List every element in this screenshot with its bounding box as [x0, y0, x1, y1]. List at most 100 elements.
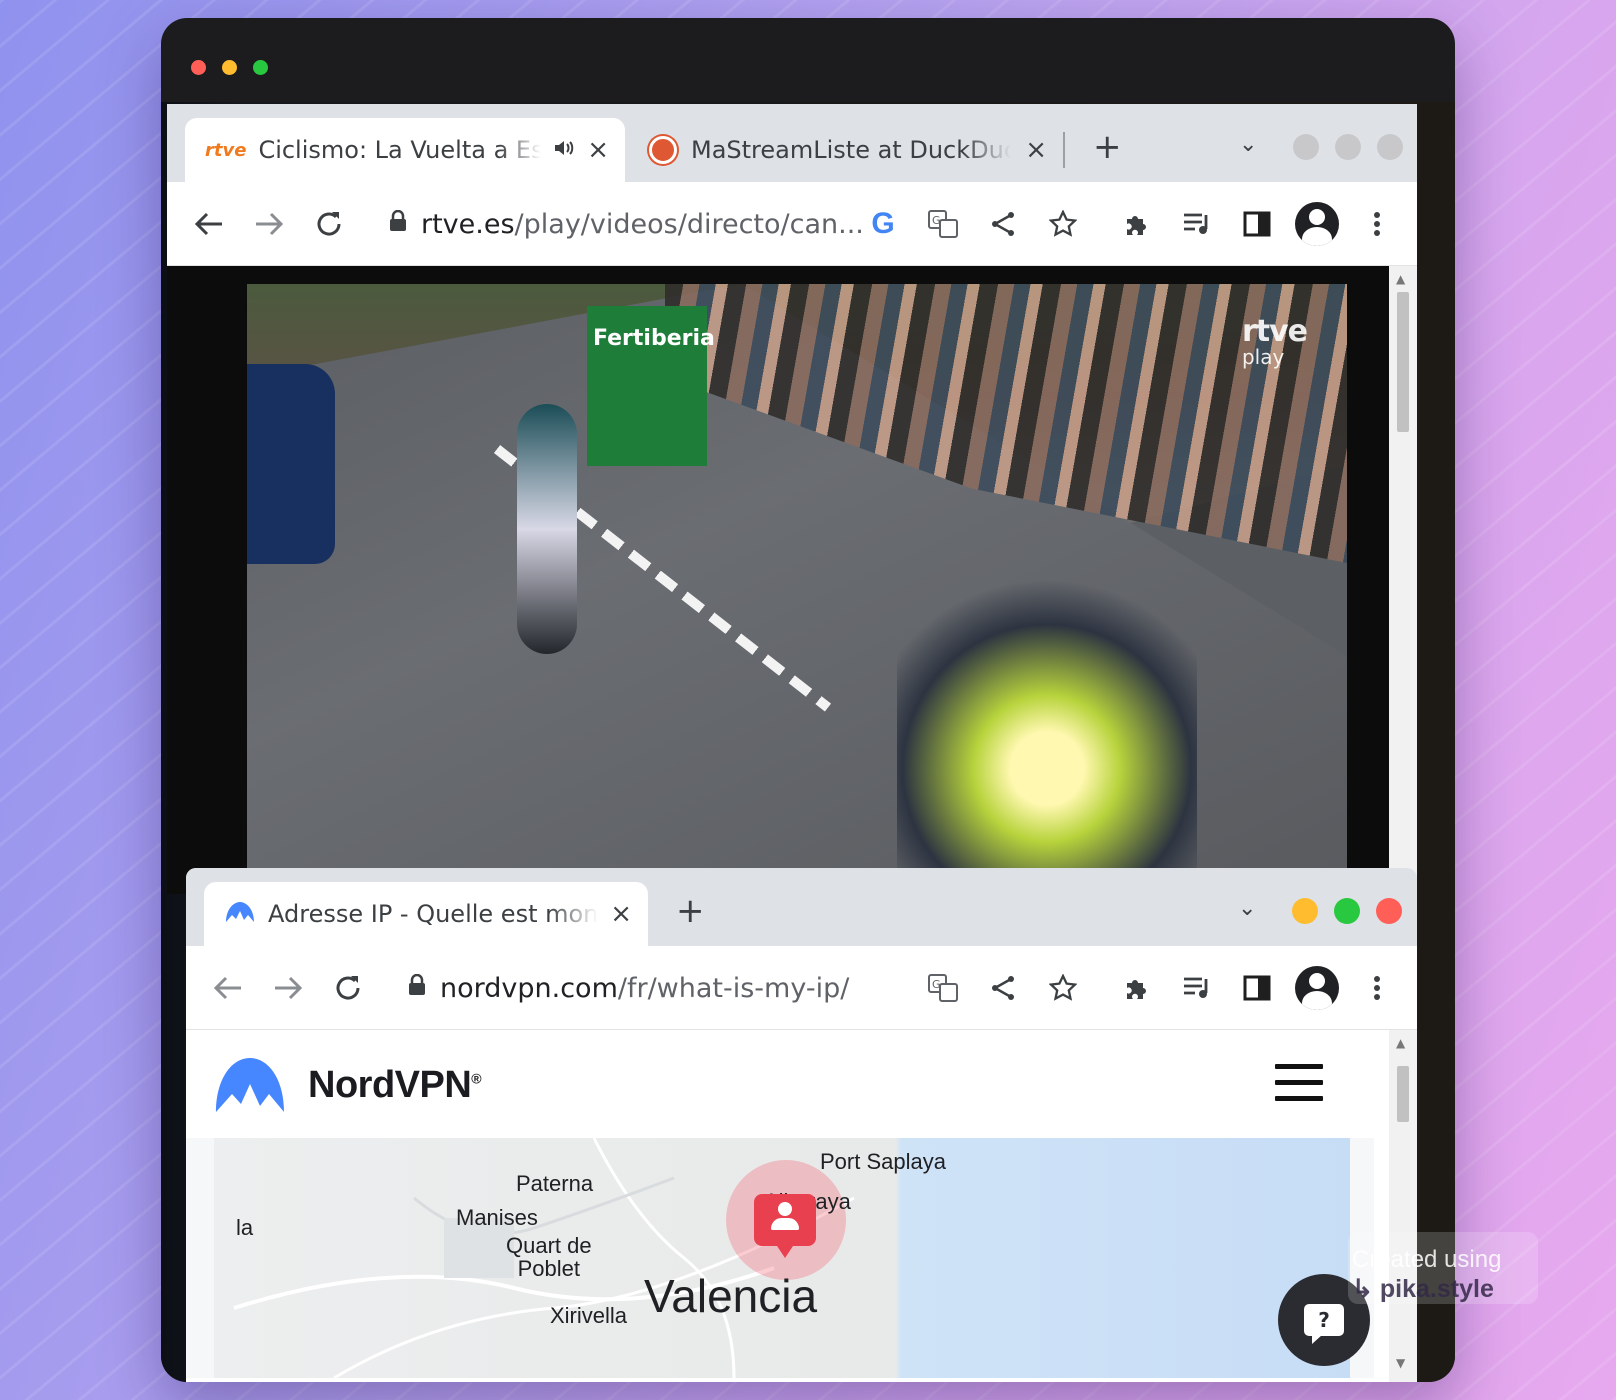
close-tab-icon[interactable]: × [1025, 137, 1047, 163]
media-queue-icon[interactable] [1177, 968, 1217, 1008]
map-left-margin [186, 1138, 214, 1378]
new-tab-button[interactable]: + [676, 894, 705, 928]
zoom-light[interactable] [253, 60, 268, 75]
window-minimize-dot[interactable] [1292, 898, 1318, 924]
tab-search-chevron-icon[interactable]: ⌄ [1239, 132, 1257, 157]
extensions-puzzle-icon[interactable] [1117, 204, 1157, 244]
map-label-port-saplaya: Port Saplaya [820, 1149, 946, 1174]
chrome-window-rtve: rtve Ciclismo: La Vuelta a Espa × MaStre… [167, 104, 1417, 894]
tab-separator [1063, 132, 1065, 168]
lock-icon [408, 973, 426, 1002]
rtve-play-logo: rtve play [1241, 314, 1308, 369]
url-domain: rtve.es [421, 208, 515, 240]
ip-location-map[interactable]: Port Saplaya Paterna Alboraya Manises la… [214, 1138, 1350, 1378]
reload-icon[interactable] [328, 968, 368, 1008]
google-icon[interactable]: G [863, 204, 903, 244]
share-icon[interactable] [983, 968, 1023, 1008]
browser-toolbar: rtve.es/play/videos/directo/can... G G [167, 182, 1417, 266]
nordvpn-logo-icon[interactable] [212, 1054, 288, 1118]
translate-icon[interactable]: G [923, 968, 963, 1008]
minimize-light[interactable] [222, 60, 237, 75]
tab-duckduckgo[interactable]: MaStreamListe at DuckDuckG × [627, 118, 1063, 182]
location-pin-icon[interactable] [754, 1194, 816, 1258]
map-label-quart-de-poblet: Quart de Poblet [506, 1233, 592, 1282]
lock-icon [389, 209, 407, 238]
scroll-down-arrow-icon[interactable]: ▼ [1396, 1356, 1405, 1370]
reload-icon[interactable] [309, 204, 349, 244]
profile-avatar-icon[interactable] [1295, 966, 1339, 1010]
close-tab-icon[interactable]: × [587, 137, 609, 163]
video-banner-text: Fertiberia [593, 326, 715, 351]
mac-window: rtve Ciclismo: La Vuelta a Espa × MaStre… [161, 18, 1455, 1382]
video-car [247, 364, 335, 564]
chrome-window-nordvpn: Adresse IP - Quelle est mon IP × + ⌄ nor… [186, 868, 1417, 1382]
svg-text:G: G [932, 978, 941, 991]
share-icon[interactable] [983, 204, 1023, 244]
new-tab-button[interactable]: + [1093, 130, 1122, 164]
map-label-valencia: Valencia [644, 1270, 818, 1322]
rtve-logo-text: rtve [1241, 314, 1308, 349]
media-queue-icon[interactable] [1177, 204, 1217, 244]
close-light[interactable] [191, 60, 206, 75]
tab-strip: rtve Ciclismo: La Vuelta a Espa × MaStre… [167, 104, 1417, 182]
back-arrow-icon[interactable] [208, 968, 248, 1008]
pika-style-watermark: Created using ↳ pika.style [1348, 1232, 1538, 1304]
map-label-la: la [236, 1215, 254, 1240]
window-maximize-dot[interactable] [1334, 898, 1360, 924]
nordvpn-header: NordVPN® [186, 1030, 1389, 1138]
scroll-up-arrow-icon[interactable]: ▲ [1396, 272, 1405, 286]
watermark-line2: ↳ pika.style [1352, 1275, 1494, 1303]
tab-nordvpn[interactable]: Adresse IP - Quelle est mon IP × [204, 882, 648, 946]
svg-text:G: G [932, 214, 941, 227]
scrollbar-thumb[interactable] [1397, 292, 1409, 432]
more-menu-icon[interactable] [1357, 968, 1397, 1008]
scroll-up-arrow-icon[interactable]: ▲ [1396, 1036, 1405, 1050]
url-path: /fr/what-is-my-ip/ [617, 972, 850, 1004]
map-label-xirivella: Xirivella [550, 1303, 628, 1328]
map-label-manises: Manises [456, 1205, 538, 1230]
forward-arrow-icon[interactable] [249, 204, 289, 244]
url-path: /play/videos/directo/can... [514, 208, 864, 240]
browser-toolbar: nordvpn.com/fr/what-is-my-ip/ G [186, 946, 1417, 1030]
address-bar[interactable]: rtve.es/play/videos/directo/can... [389, 204, 864, 244]
side-panel-icon[interactable] [1237, 204, 1277, 244]
video-page: Fertiberia rtve play [167, 266, 1389, 894]
rtve-favicon: rtve [205, 139, 247, 161]
duckduckgo-favicon [649, 136, 677, 164]
nordvpn-favicon [224, 900, 256, 928]
window-close-dot[interactable] [1377, 134, 1403, 160]
more-menu-icon[interactable] [1357, 204, 1397, 244]
tab-strip: Adresse IP - Quelle est mon IP × + ⌄ [186, 868, 1417, 946]
window-maximize-dot[interactable] [1335, 134, 1361, 160]
bookmark-star-icon[interactable] [1043, 968, 1083, 1008]
chat-bubble-icon: ? [1304, 1304, 1344, 1344]
close-tab-icon[interactable]: × [610, 901, 632, 927]
translate-icon[interactable]: G [923, 204, 963, 244]
page-scrollbar[interactable]: ▲ [1389, 266, 1417, 894]
extensions-puzzle-icon[interactable] [1117, 968, 1157, 1008]
window-minimize-dot[interactable] [1293, 134, 1319, 160]
window-close-dot[interactable] [1376, 898, 1402, 924]
forward-arrow-icon[interactable] [268, 968, 308, 1008]
window-traffic-lights [191, 60, 268, 75]
live-video-player[interactable]: Fertiberia rtve play [247, 284, 1347, 894]
back-arrow-icon[interactable] [189, 204, 229, 244]
tab-search-chevron-icon[interactable]: ⌄ [1238, 896, 1256, 921]
tab-title: MaStreamListe at DuckDuckG [691, 136, 1012, 164]
map-label-paterna: Paterna [516, 1171, 594, 1196]
side-panel-icon[interactable] [1237, 968, 1277, 1008]
profile-avatar-icon[interactable] [1295, 202, 1339, 246]
tab-title: Adresse IP - Quelle est mon IP [268, 900, 599, 928]
nordvpn-wordmark[interactable]: NordVPN® [308, 1064, 482, 1107]
bookmark-star-icon[interactable] [1043, 204, 1083, 244]
video-cyclist [517, 404, 577, 654]
address-bar[interactable]: nordvpn.com/fr/what-is-my-ip/ [408, 968, 888, 1008]
url-domain: nordvpn.com [440, 972, 618, 1004]
video-motorbike [897, 554, 1197, 884]
scrollbar-thumb[interactable] [1397, 1066, 1409, 1122]
tab-title: Ciclismo: La Vuelta a Espa [258, 136, 542, 164]
page-scrollbar[interactable]: ▲ ▼ [1389, 1030, 1417, 1382]
tab-rtve[interactable]: rtve Ciclismo: La Vuelta a Espa × [185, 118, 625, 182]
speaker-icon[interactable] [553, 138, 575, 163]
hamburger-menu-icon[interactable] [1275, 1064, 1323, 1104]
